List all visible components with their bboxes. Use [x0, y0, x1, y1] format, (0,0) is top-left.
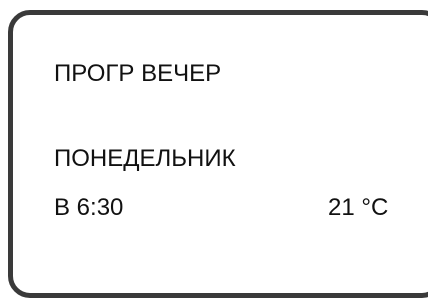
temperature-label: 21 °C	[328, 194, 389, 221]
time-label: В 6:30	[54, 194, 124, 221]
day-label: ПОНЕДЕЛЬНИК	[54, 145, 236, 172]
program-title: ПРОГР ВЕЧЕР	[54, 60, 222, 87]
